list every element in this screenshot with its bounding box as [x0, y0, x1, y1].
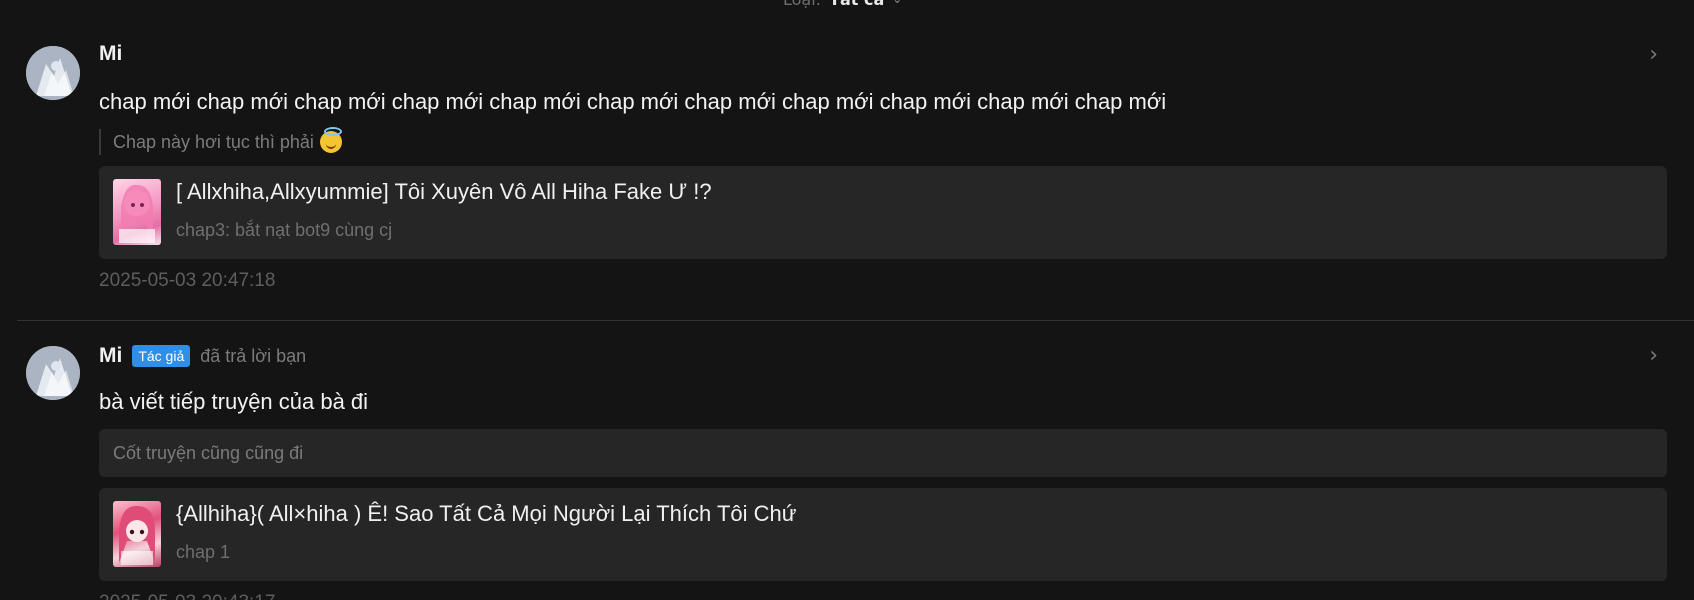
smiling-face-with-halo-icon — [319, 127, 342, 153]
notifications-screen: Loại: Tất cả ⌄ Mi › chap mới chap mới ch… — [0, 0, 1694, 600]
name-row: Mi Tác giả đã trả lời bạn — [99, 343, 306, 369]
quoted-text-box: Cốt truyện cũng cũng đi — [99, 429, 1667, 477]
author-badge: Tác giả — [132, 345, 191, 367]
book-card[interactable]: [ Allxhiha,Allxyummie] Tôi Xuyên Vô All … — [99, 166, 1667, 259]
book-cover-image — [113, 179, 161, 245]
book-title: {Allhiha}( All×hiha ) Ê! Sao Tất Cả Mọi … — [176, 501, 797, 526]
notification-item[interactable]: Mi › chap mới chap mới chap mới chap mới… — [0, 0, 1694, 300]
comment-text: bà viết tiếp truyện của bà đi — [99, 389, 369, 414]
comment-text: chap mới chap mới chap mới chap mới chap… — [99, 89, 1167, 114]
avatar[interactable] — [26, 46, 80, 100]
user-name[interactable]: Mi — [99, 344, 122, 368]
book-chapter: chap3: bắt nạt bot9 cùng cj — [176, 220, 393, 240]
quoted-text: Chap này hơi tục thì phải — [99, 127, 342, 155]
user-name[interactable]: Mi — [99, 42, 122, 66]
chevron-right-icon[interactable]: › — [1649, 343, 1658, 368]
book-chapter: chap 1 — [176, 542, 231, 562]
timestamp: 2025-05-03 20:47:18 — [99, 270, 276, 291]
book-cover-image — [113, 501, 161, 567]
timestamp: 2025-05-03 20:43:17 — [99, 592, 275, 600]
quoted-text-content: Chap này hơi tục thì phải — [113, 131, 314, 152]
name-row: Mi — [99, 41, 122, 67]
quoted-text-content: Cốt truyện cũng cũng đi — [113, 442, 304, 463]
reply-note: đã trả lời bạn — [200, 345, 307, 366]
chevron-right-icon[interactable]: › — [1649, 42, 1658, 67]
notification-item[interactable]: Mi Tác giả đã trả lời bạn › bà viết tiếp… — [0, 300, 1694, 600]
book-card[interactable]: {Allhiha}( All×hiha ) Ê! Sao Tất Cả Mọi … — [99, 488, 1667, 581]
book-title: [ Allxhiha,Allxyummie] Tôi Xuyên Vô All … — [176, 179, 712, 204]
avatar[interactable] — [26, 346, 80, 400]
